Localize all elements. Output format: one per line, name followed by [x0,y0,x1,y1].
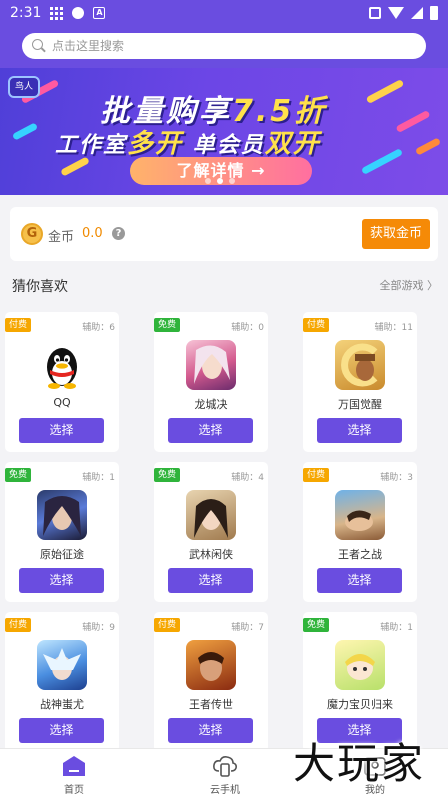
nav-label: 首页 [64,785,84,796]
status-bar: 2:31 A [0,0,448,26]
price-tag: 免费 [5,468,32,482]
game-card[interactable]: 免费 辅助：1 原始征途 选择 [5,462,119,602]
price-tag: 免费 [303,618,330,632]
select-button[interactable]: 选择 [317,568,402,593]
select-button[interactable]: 选择 [168,418,253,443]
pagination-dot[interactable] [205,178,211,184]
assist-count: 辅助：7 [231,623,264,633]
select-button[interactable]: 选择 [19,568,104,593]
assist-count: 辅助：0 [231,323,264,333]
app-notification-icon: A [93,7,106,19]
price-tag: 免费 [154,318,181,332]
price-tag: 付费 [303,468,330,482]
cloud-phone-icon [213,755,237,777]
wanguojuexing-icon [335,340,385,390]
battery-icon [430,6,438,20]
price-tag: 付费 [303,318,330,332]
assist-count: 辅助：1 [380,623,413,633]
game-card[interactable]: 免费 辅助：4 武林闲侠 选择 [154,462,268,602]
assist-count: 辅助：3 [380,473,413,483]
search-input[interactable] [52,39,412,53]
coin-label: 金币 [48,230,75,245]
section-title: 猜你喜欢 [12,279,68,295]
game-name: 战神蚩尤 [40,698,84,711]
watermark: 大玩家 [293,739,426,788]
price-tag: 免费 [154,468,181,482]
longchengjue-icon [186,340,236,390]
game-card[interactable]: 付费 辅助：11 万国觉醒 选择 [303,312,417,452]
get-coins-button[interactable]: 获取金币 [362,219,430,249]
game-name: QQ [53,396,71,409]
banner-pagination [205,178,235,184]
assist-count: 辅助：6 [82,323,115,333]
price-tag: 付费 [5,618,32,632]
qq-penguin-icon [37,340,87,390]
coin-card: G 金币 0.0 ? 获取金币 [10,207,438,261]
select-button[interactable]: 选择 [168,718,253,743]
molibaobei-icon [335,640,385,690]
game-card[interactable]: 免费 辅助：0 龙城决 选择 [154,312,268,452]
search-header [0,26,448,68]
pagination-dot[interactable] [229,178,235,184]
nav-item-home[interactable]: 首页 [34,749,114,798]
coin-icon: G [21,223,43,245]
game-name: 万国觉醒 [338,398,382,411]
all-games-link[interactable]: 全部游戏 〉 [380,277,439,293]
wulinxianxia-icon [186,490,236,540]
game-name: 武林闲侠 [189,548,233,561]
assist-count: 辅助：11 [374,323,413,333]
game-name: 魔力宝贝归来 [327,698,393,711]
zhanshenchiyou-icon [37,640,87,690]
wangzhechuanshi-icon [186,640,236,690]
banner-subheadline: 工作室多开 单会员双开 [55,129,321,159]
yuanshizhengtu-icon [37,490,87,540]
assist-count: 辅助：1 [82,473,115,483]
game-card[interactable]: 付费 辅助：7 王者传世 选择 [154,612,268,752]
wifi-icon [388,7,404,19]
vibrate-icon [369,7,381,19]
wangzhezhizhan-icon [335,490,385,540]
assist-count: 辅助：9 [82,623,115,633]
select-button[interactable]: 选择 [317,418,402,443]
help-icon[interactable]: ? [112,227,125,240]
game-card[interactable]: 付费 辅助：6 QQ 选择 [5,312,119,452]
price-tag: 付费 [154,618,181,632]
game-card[interactable]: 付费 辅助：3 王者之战 选择 [303,462,417,602]
home-icon [62,755,86,777]
select-button[interactable]: 选择 [19,418,104,443]
select-button[interactable]: 选择 [168,568,253,593]
record-icon [72,7,85,19]
game-name: 王者传世 [189,698,233,711]
grid-icon [50,6,64,20]
signal-icon [411,7,423,19]
pagination-dot-active[interactable] [217,178,223,184]
search-icon [32,39,46,53]
coin-balance: 0.0 [82,226,103,241]
game-name: 龙城决 [194,398,228,411]
assist-count: 辅助：4 [231,473,264,483]
price-tag: 付费 [5,318,32,332]
promo-banner[interactable]: 鸟人 批量购享7.5折 工作室多开 单会员双开 了解详情 → [0,68,448,195]
brand-logo: 鸟人 [8,76,40,98]
game-card[interactable]: 付费 辅助：9 战神蚩尤 选择 [5,612,119,752]
game-name: 王者之战 [338,548,382,561]
game-name: 原始征途 [40,548,84,561]
nav-item-cloud-phone[interactable]: 云手机 [185,749,265,798]
select-button[interactable]: 选择 [19,718,104,743]
nav-label: 云手机 [210,785,240,796]
search-box[interactable] [22,33,426,59]
status-time: 2:31 [10,5,42,21]
